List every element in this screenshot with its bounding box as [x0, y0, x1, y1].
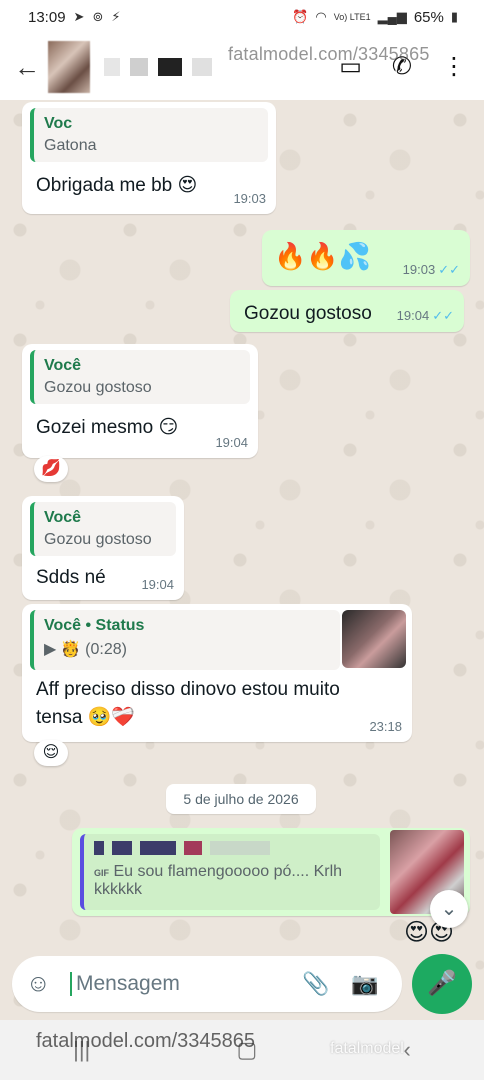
message-outgoing-1[interactable]: 🔥🔥💦 19:03 ✓✓: [262, 230, 470, 286]
quote-text: Gozou gostoso: [44, 379, 152, 396]
message-text: Obrigada me bb 😍: [36, 175, 198, 196]
message-time: 19:03: [233, 191, 266, 206]
message-incoming-2[interactable]: Você Gozou gostoso Gozei mesmo 😏 19:04: [22, 344, 258, 458]
quote-text: Gatona: [44, 137, 97, 154]
quoted-status[interactable]: Você • Status ▶ 🫅 (0:28): [30, 610, 340, 670]
watermark-top: fatalmodel.com/3345865: [228, 44, 430, 64]
message-time: 19:03 ✓✓: [402, 262, 460, 277]
message-reaction[interactable]: 💋: [34, 456, 68, 482]
microphone-button[interactable]: 🎤: [412, 954, 472, 1014]
quote-author: Você • Status: [44, 617, 145, 634]
message-time: 19:04: [141, 577, 174, 592]
quote-text: GIF Eu sou flamengooooo pó.... Krlh kkkk…: [94, 863, 370, 899]
status-time: 13:09: [28, 8, 66, 26]
quote-text: Gozou gostoso: [44, 531, 152, 548]
quoted-message[interactable]: Você Gozou gostoso: [30, 502, 176, 556]
quoted-message[interactable]: GIF Eu sou flamengooooo pó.... Krlh kkkk…: [80, 834, 380, 910]
back-arrow-icon[interactable]: ←: [14, 52, 40, 83]
message-composer: ☺ 📎 📷: [12, 956, 402, 1012]
sticker-emoji-icon[interactable]: ☺: [26, 970, 60, 998]
message-incoming-1[interactable]: Voc Gatona Obrigada me bb 😍 19:03: [22, 102, 276, 214]
back-nav-icon[interactable]: ‹: [404, 1037, 411, 1063]
battery-level: 65%: [413, 8, 444, 26]
message-outgoing-3[interactable]: GIF Eu sou flamengooooo pó.... Krlh kkkk…: [72, 828, 470, 916]
scroll-down-icon[interactable]: ⌄: [430, 890, 468, 928]
read-ticks-icon: ✓✓: [438, 262, 460, 277]
attach-icon[interactable]: 📎: [302, 971, 329, 997]
message-reaction[interactable]: 😌: [34, 740, 68, 766]
quote-author-obscured: [94, 841, 370, 855]
contact-avatar[interactable]: [48, 41, 90, 93]
message-time: 19:04: [215, 435, 248, 450]
quote-author: Voc: [44, 115, 73, 132]
gif-label: GIF: [94, 868, 109, 878]
signal-icon: ▂▄▆: [377, 9, 407, 24]
message-incoming-4[interactable]: Você • Status ▶ 🫅 (0:28) Aff preciso dis…: [22, 604, 412, 742]
more-options-icon[interactable]: ⋮: [442, 50, 466, 84]
mic-icon: 🎤: [427, 970, 457, 997]
watermark-bottom: fatalmodel.com/3345865: [36, 1030, 256, 1052]
video-duration: (0:28): [85, 641, 127, 658]
read-ticks-icon: ✓✓: [432, 308, 454, 323]
status-emoji-icon: 🫅: [60, 641, 81, 658]
message-input[interactable]: [70, 972, 280, 996]
bolt-icon: ⚡: [111, 9, 121, 24]
status-thumbnail[interactable]: [342, 610, 406, 668]
quoted-message[interactable]: Voc Gatona: [30, 108, 268, 162]
video-icon: ▶: [44, 641, 57, 658]
camera-icon[interactable]: 📷: [351, 971, 378, 997]
date-separator: 5 de julho de 2026: [166, 784, 316, 814]
quote-body: Eu sou flamengooooo pó.... Krlh kkkkkk: [94, 863, 343, 898]
message-incoming-3[interactable]: Você Gozou gostoso Sdds né 19:04: [22, 496, 184, 600]
telegram-icon: ➤: [73, 9, 85, 24]
message-text: Aff preciso disso dinovo estou muito ten…: [36, 679, 340, 728]
brand-logo: fatalmodel: [330, 1040, 404, 1057]
contact-name-obscured[interactable]: [104, 58, 212, 76]
status-bar: 13:09 ➤ ⊚ ⚡ ⏰ ◠ Vo) LTE1 ▂▄▆ 65% ▮: [0, 0, 484, 34]
message-outgoing-2[interactable]: Gozou gostoso 19:04 ✓✓: [230, 290, 464, 332]
quote-text: ▶ 🫅 (0:28): [44, 639, 330, 659]
quoted-message[interactable]: Você Gozou gostoso: [30, 350, 250, 404]
message-time: 19:04 ✓✓: [396, 308, 454, 323]
network-label: Vo) LTE1: [333, 12, 371, 22]
message-time: 23:18: [369, 719, 402, 734]
alarm-icon: ⏰: [292, 9, 309, 24]
notification-icon: ⊚: [92, 9, 104, 24]
wifi-icon: ◠: [315, 9, 327, 24]
quote-author: Você: [44, 357, 82, 374]
quote-author: Você: [44, 509, 82, 526]
battery-icon: ▮: [450, 9, 458, 24]
